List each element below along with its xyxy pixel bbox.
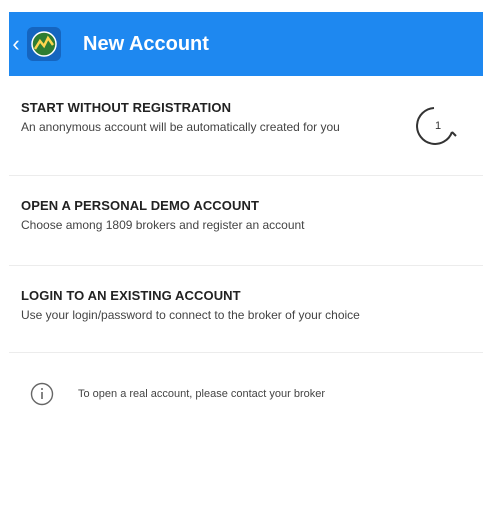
option-description: Use your login/password to connect to th… xyxy=(21,308,360,322)
divider xyxy=(9,352,483,353)
chevron-left-icon: ‹ xyxy=(12,31,20,56)
login-existing-account-option[interactable]: LOGIN TO AN EXISTING ACCOUNT Use your lo… xyxy=(9,280,483,350)
loading-spinner: 1 xyxy=(406,102,462,150)
metatrader-logo-icon xyxy=(27,27,61,61)
note-text: To open a real account, please contact y… xyxy=(78,388,326,400)
divider xyxy=(9,175,483,176)
real-account-note: To open a real account, please contact y… xyxy=(30,382,325,406)
option-heading: OPEN A PERSONAL DEMO ACCOUNT xyxy=(21,198,260,213)
open-demo-account-option[interactable]: OPEN A PERSONAL DEMO ACCOUNT Choose amon… xyxy=(9,190,483,260)
info-icon xyxy=(30,382,54,406)
back-button[interactable]: ‹ xyxy=(9,12,23,76)
page-title: New Account xyxy=(83,32,209,55)
option-heading: LOGIN TO AN EXISTING ACCOUNT xyxy=(21,288,241,303)
divider xyxy=(9,265,483,266)
option-description: An anonymous account will be automatical… xyxy=(21,120,340,134)
option-description: Choose among 1809 brokers and register a… xyxy=(21,218,305,232)
spinner-value: 1 xyxy=(434,120,442,132)
option-heading: START WITHOUT REGISTRATION xyxy=(21,100,232,115)
app-bar: ‹ New Account xyxy=(9,12,483,76)
